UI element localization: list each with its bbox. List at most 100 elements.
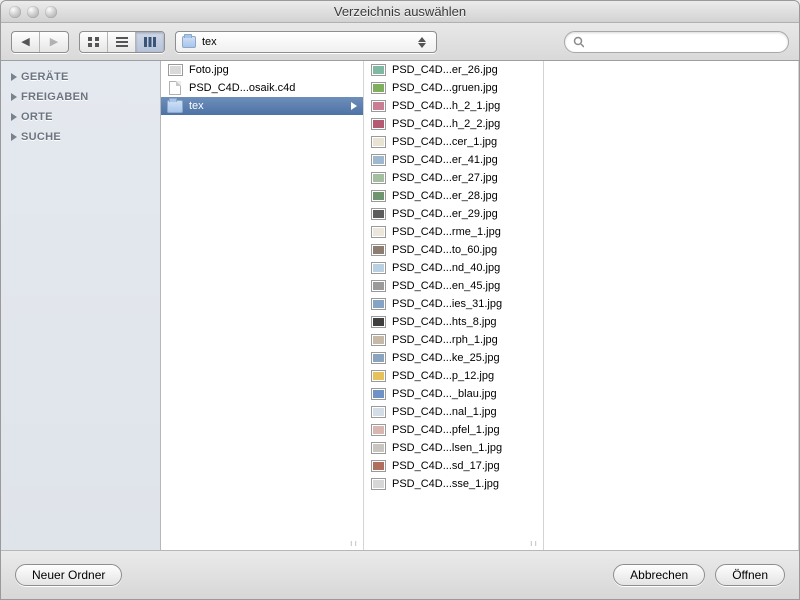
item-label: PSD_C4D...osaik.c4d xyxy=(189,82,357,94)
list-item[interactable]: PSD_C4D..._blau.jpg xyxy=(364,385,543,403)
list-item[interactable]: PSD_C4D...nd_40.jpg xyxy=(364,259,543,277)
back-button[interactable]: ◀ xyxy=(12,32,40,52)
image-thumbnail-icon xyxy=(371,190,386,202)
document-icon xyxy=(169,81,181,95)
icon-view-button[interactable] xyxy=(80,32,108,52)
item-label: PSD_C4D...sd_17.jpg xyxy=(392,460,537,472)
bottom-bar: Neuer Ordner Abbrechen Öffnen xyxy=(1,551,799,599)
open-button[interactable]: Öffnen xyxy=(715,564,785,586)
view-switcher xyxy=(79,31,165,53)
list-item[interactable]: PSD_C4D...gruen.jpg xyxy=(364,79,543,97)
list-item[interactable]: PSD_C4D...er_28.jpg xyxy=(364,187,543,205)
item-label: PSD_C4D...rph_1.jpg xyxy=(392,334,537,346)
list-item[interactable]: PSD_C4D...rme_1.jpg xyxy=(364,223,543,241)
image-thumbnail-icon xyxy=(371,100,386,112)
column-2[interactable]: PSD_C4D...er_26.jpgPSD_C4D...gruen.jpgPS… xyxy=(364,61,544,550)
item-label: PSD_C4D..._blau.jpg xyxy=(392,388,537,400)
image-thumbnail-icon xyxy=(371,226,386,238)
image-thumbnail-icon xyxy=(371,460,386,472)
column-view-button[interactable] xyxy=(136,32,164,52)
new-folder-button[interactable]: Neuer Ordner xyxy=(15,564,122,586)
item-label: PSD_C4D...rme_1.jpg xyxy=(392,226,537,238)
popup-arrows-icon xyxy=(418,34,432,52)
column-1[interactable]: Foto.jpg PSD_C4D...osaik.c4dtex ıı xyxy=(161,61,364,550)
image-thumbnail-icon xyxy=(371,154,386,166)
list-item[interactable]: PSD_C4D...hts_8.jpg xyxy=(364,313,543,331)
list-item[interactable]: PSD_C4D...h_2_1.jpg xyxy=(364,97,543,115)
image-thumbnail-icon xyxy=(371,352,386,364)
search-icon xyxy=(573,36,584,48)
chevron-right-icon xyxy=(351,102,357,110)
list-item[interactable]: PSD_C4D...sse_1.jpg xyxy=(364,475,543,493)
list-item[interactable]: PSD_C4D...p_12.jpg xyxy=(364,367,543,385)
list-item[interactable]: PSD_C4D...nal_1.jpg xyxy=(364,403,543,421)
item-label: PSD_C4D...cer_1.jpg xyxy=(392,136,537,148)
list-item[interactable]: PSD_C4D...to_60.jpg xyxy=(364,241,543,259)
image-thumbnail-icon xyxy=(371,82,386,94)
list-item[interactable]: PSD_C4D...rph_1.jpg xyxy=(364,331,543,349)
sidebar-header-search[interactable]: SUCHE xyxy=(1,127,160,147)
image-thumbnail-icon xyxy=(371,280,386,292)
item-label: Foto.jpg xyxy=(189,64,357,76)
column-view-icon xyxy=(143,36,157,48)
list-item[interactable]: PSD_C4D...sd_17.jpg xyxy=(364,457,543,475)
image-thumbnail-icon xyxy=(371,136,386,148)
list-item[interactable]: PSD_C4D...er_27.jpg xyxy=(364,169,543,187)
item-label: PSD_C4D...er_41.jpg xyxy=(392,154,537,166)
search-input[interactable] xyxy=(588,36,780,48)
sidebar-header-shared[interactable]: FREIGABEN xyxy=(1,87,160,107)
disclosure-triangle-icon xyxy=(11,113,17,121)
item-label: PSD_C4D...to_60.jpg xyxy=(392,244,537,256)
image-thumbnail-icon xyxy=(371,442,386,454)
sidebar-header-places[interactable]: ORTE xyxy=(1,107,160,127)
column-browser: Foto.jpg PSD_C4D...osaik.c4dtex ıı PSD_C4D… xyxy=(161,61,799,550)
sidebar-header-devices[interactable]: GERÄTE xyxy=(1,67,160,87)
image-thumbnail-icon xyxy=(371,370,386,382)
list-item[interactable]: PSD_C4D...cer_1.jpg xyxy=(364,133,543,151)
item-label: PSD_C4D...er_29.jpg xyxy=(392,208,537,220)
list-item[interactable]: PSD_C4D...lsen_1.jpg xyxy=(364,439,543,457)
folder-icon xyxy=(167,100,183,113)
cancel-button[interactable]: Abbrechen xyxy=(613,564,705,586)
image-thumbnail-icon xyxy=(371,334,386,346)
disclosure-triangle-icon xyxy=(11,73,17,81)
column-resize-handle[interactable]: ıı xyxy=(530,538,539,548)
column-resize-handle[interactable]: ıı xyxy=(350,538,359,548)
list-item[interactable]: PSD_C4D...pfel_1.jpg xyxy=(364,421,543,439)
image-thumbnail-icon xyxy=(371,424,386,436)
item-label: PSD_C4D...nal_1.jpg xyxy=(392,406,537,418)
image-thumbnail-icon xyxy=(371,316,386,328)
search-field[interactable] xyxy=(564,31,789,53)
image-thumbnail-icon xyxy=(371,298,386,310)
path-popup[interactable]: tex xyxy=(175,31,437,53)
list-item[interactable]: PSD_C4D...en_45.jpg xyxy=(364,277,543,295)
column-3[interactable] xyxy=(544,61,799,550)
list-item[interactable]: PSD_C4D...er_41.jpg xyxy=(364,151,543,169)
nav-arrows: ◀ ▶ xyxy=(11,31,69,53)
list-item[interactable]: Foto.jpg xyxy=(161,61,363,79)
item-label: PSD_C4D...h_2_2.jpg xyxy=(392,118,537,130)
list-item[interactable]: tex xyxy=(161,97,363,115)
forward-button[interactable]: ▶ xyxy=(40,32,68,52)
list-item[interactable]: PSD_C4D...ies_31.jpg xyxy=(364,295,543,313)
image-thumbnail-icon xyxy=(371,244,386,256)
image-thumbnail-icon xyxy=(371,478,386,490)
item-label: tex xyxy=(189,100,345,112)
image-thumbnail-icon xyxy=(371,208,386,220)
image-thumbnail-icon xyxy=(371,118,386,130)
item-label: PSD_C4D...lsen_1.jpg xyxy=(392,442,537,454)
list-item[interactable]: PSD_C4D...ke_25.jpg xyxy=(364,349,543,367)
list-item[interactable]: PSD_C4D...osaik.c4d xyxy=(161,79,363,97)
list-view-button[interactable] xyxy=(108,32,136,52)
list-item[interactable]: PSD_C4D...h_2_2.jpg xyxy=(364,115,543,133)
list-item[interactable]: PSD_C4D...er_26.jpg xyxy=(364,61,543,79)
titlebar: Verzeichnis auswählen xyxy=(1,1,799,23)
item-label: PSD_C4D...er_28.jpg xyxy=(392,190,537,202)
image-thumbnail-icon xyxy=(371,388,386,400)
icon-view-icon xyxy=(87,36,101,48)
item-label: PSD_C4D...sse_1.jpg xyxy=(392,478,537,490)
image-thumbnail-icon xyxy=(371,172,386,184)
list-item[interactable]: PSD_C4D...er_29.jpg xyxy=(364,205,543,223)
image-thumbnail-icon xyxy=(371,406,386,418)
item-label: PSD_C4D...ke_25.jpg xyxy=(392,352,537,364)
